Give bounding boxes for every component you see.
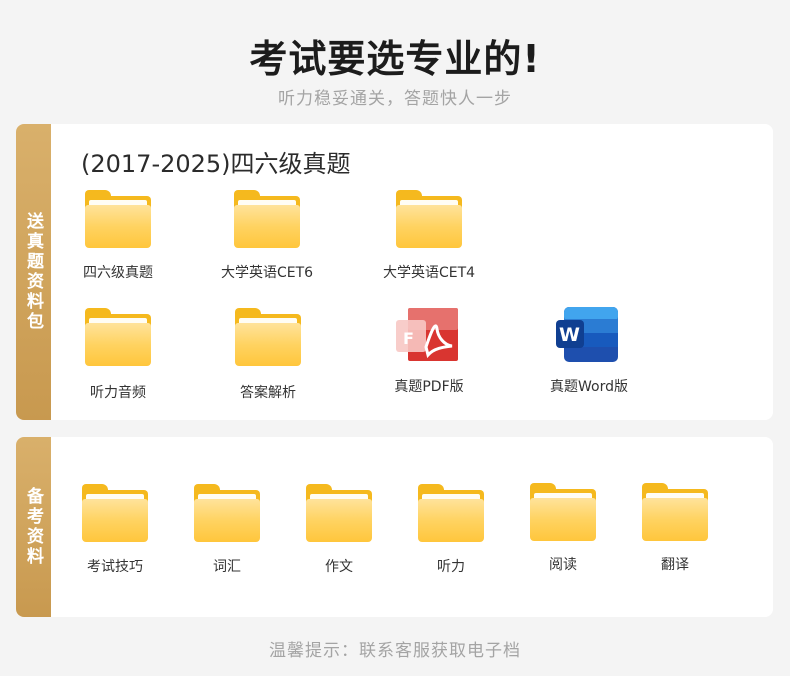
folder-icon: [530, 483, 596, 541]
folder-item-writing[interactable]: 作文: [274, 484, 404, 576]
section-ribbon: 备考资料: [16, 437, 51, 617]
prep-materials-card: 备考资料 考试技巧 词汇 作文 听力 阅读 翻译: [16, 437, 773, 617]
folder-item-cet4[interactable]: 大学英语CET4: [364, 190, 494, 282]
item-label: 翻译: [661, 557, 689, 573]
ribbon-label: 送真题资料包: [23, 212, 43, 332]
svg-text:W: W: [559, 324, 580, 346]
folder-icon: [194, 484, 260, 542]
folder-item-vocabulary[interactable]: 词汇: [162, 484, 292, 576]
item-label: 词汇: [213, 559, 241, 575]
file-item-pdf[interactable]: F 真题PDF版: [364, 307, 494, 396]
folder-item-cet6[interactable]: 大学英语CET6: [202, 190, 332, 282]
item-label: 大学英语CET6: [220, 265, 314, 281]
gift-materials-card: 送真题资料包 (2017-2025)四六级真题 四六级真题 大学英语CET6 大…: [16, 124, 773, 420]
item-label: 阅读: [549, 557, 577, 573]
item-label: 听力: [437, 559, 465, 575]
svg-text:F: F: [403, 329, 414, 348]
file-item-word[interactable]: W 真题Word版: [524, 307, 654, 396]
folder-icon: [85, 190, 151, 248]
item-label: 真题Word版: [550, 379, 628, 395]
folder-icon: [234, 190, 300, 248]
word-icon: W: [556, 307, 622, 363]
item-label: 四六级真题: [83, 265, 153, 281]
folder-item-listening-audio[interactable]: 听力音频: [53, 308, 183, 402]
pdf-icon: F: [396, 307, 462, 363]
folder-icon: [396, 190, 462, 248]
folder-item-translation[interactable]: 翻译: [610, 483, 740, 574]
folder-icon: [418, 484, 484, 542]
item-label: 答案解析: [240, 385, 296, 401]
footer-note: 温馨提示：联系客服获取电子档: [269, 641, 521, 661]
folder-item-listening[interactable]: 听力: [386, 484, 516, 576]
folder-icon: [82, 484, 148, 542]
page-title: 考试要选专业的!: [249, 37, 541, 81]
folder-icon: [235, 308, 301, 366]
folder-icon: [306, 484, 372, 542]
folder-item-reading[interactable]: 阅读: [498, 483, 628, 574]
item-label: 作文: [325, 559, 353, 575]
page-subtitle: 听力稳妥通关，答题快人一步: [278, 89, 512, 109]
section-ribbon: 送真题资料包: [16, 124, 51, 420]
folder-icon: [85, 308, 151, 366]
item-label: 大学英语CET4: [382, 265, 476, 281]
section-heading: (2017-2025)四六级真题: [81, 150, 351, 178]
item-label: 考试技巧: [87, 559, 143, 575]
folder-item-answers[interactable]: 答案解析: [203, 308, 333, 402]
item-label: 听力音频: [90, 385, 146, 401]
folder-item-exam[interactable]: 四六级真题: [53, 190, 183, 282]
ribbon-label: 备考资料: [23, 487, 43, 567]
folder-icon: [642, 483, 708, 541]
item-label: 真题PDF版: [394, 379, 464, 395]
folder-item-tips[interactable]: 考试技巧: [50, 484, 180, 576]
